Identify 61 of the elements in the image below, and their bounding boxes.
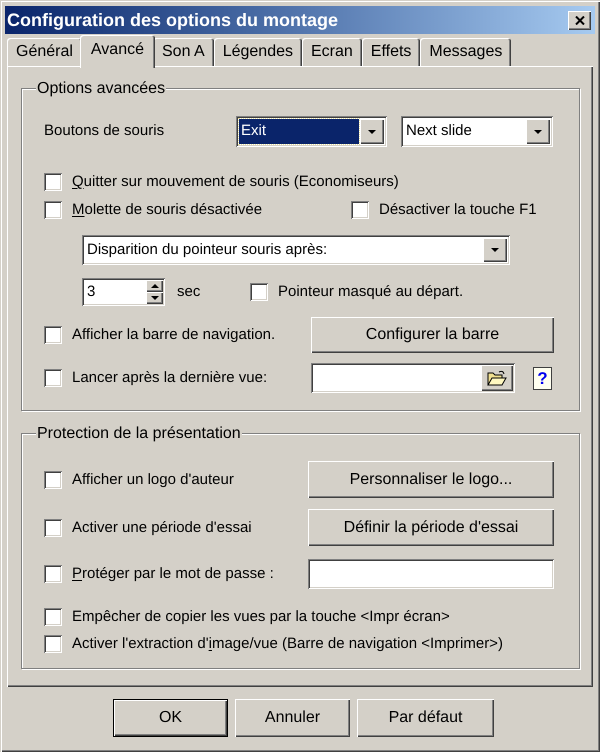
dropdown-button[interactable] bbox=[360, 119, 384, 144]
text-field[interactable] bbox=[311, 363, 515, 393]
field-label: Boutons de souris bbox=[44, 121, 166, 142]
password-field[interactable] bbox=[308, 559, 554, 589]
dropdown-button[interactable] bbox=[483, 238, 507, 262]
checkbox-label: Quitter sur mouvement de souris (Economiseurs) bbox=[72, 173, 399, 191]
caret-down-icon bbox=[534, 130, 542, 134]
checkbox[interactable] bbox=[44, 470, 62, 488]
checkbox-label: Afficher la barre de navigation. bbox=[72, 326, 276, 344]
button[interactable]: Personnaliser le logo... bbox=[308, 461, 554, 498]
caret-down-icon bbox=[368, 130, 376, 134]
checkbox[interactable] bbox=[44, 565, 62, 583]
checkbox[interactable] bbox=[44, 635, 62, 653]
button[interactable]: OK bbox=[113, 699, 228, 737]
group-title: Options avancées bbox=[36, 79, 166, 98]
button[interactable]: Définir la période d'essai bbox=[308, 509, 554, 546]
checkbox-label: Pointeur masqué au départ. bbox=[278, 283, 464, 301]
caret-up-icon bbox=[150, 284, 158, 288]
checkbox-label: Activer une période d'essai bbox=[72, 518, 252, 536]
checkbox[interactable] bbox=[351, 201, 369, 219]
checkbox[interactable] bbox=[44, 326, 62, 344]
dropdown[interactable]: Exit bbox=[236, 116, 387, 147]
number-field[interactable]: 3 bbox=[82, 278, 165, 306]
tab[interactable]: Effets bbox=[362, 38, 420, 66]
tab[interactable]: Son A bbox=[153, 38, 214, 66]
window-title: Configuration des options du montage bbox=[7, 11, 338, 29]
folder-icon bbox=[487, 370, 507, 386]
browse-button[interactable] bbox=[481, 365, 513, 391]
dropdown-button[interactable] bbox=[526, 119, 550, 144]
close-button[interactable] bbox=[568, 10, 591, 30]
checkbox[interactable] bbox=[250, 283, 268, 301]
checkbox-label: Afficher un logo d'auteur bbox=[72, 470, 234, 488]
spin-up-button[interactable] bbox=[146, 280, 163, 292]
checkbox-label: Activer l'extraction d'image/vue (Barre de navigation <Imprimer>) bbox=[72, 635, 503, 653]
group-title: Protection de la présentation bbox=[36, 424, 242, 443]
close-icon bbox=[574, 16, 584, 24]
unit-label: sec bbox=[177, 282, 200, 302]
tab[interactable]: Messages bbox=[420, 38, 512, 66]
checkbox-label: Désactiver la touche F1 bbox=[379, 201, 537, 219]
spin-down-button[interactable] bbox=[146, 292, 163, 304]
dropdown[interactable]: Disparition du pointeur souris après: bbox=[82, 235, 510, 265]
button[interactable]: Configurer la barre bbox=[311, 317, 554, 353]
checkbox-label: Molette de souris désactivée bbox=[72, 201, 262, 219]
caret-down-icon bbox=[150, 296, 158, 300]
checkbox[interactable] bbox=[44, 608, 62, 626]
checkbox[interactable] bbox=[44, 518, 62, 536]
button[interactable]: Annuler bbox=[235, 699, 350, 737]
help-button[interactable]: ? bbox=[533, 366, 552, 390]
checkbox[interactable] bbox=[44, 201, 62, 219]
checkbox[interactable] bbox=[44, 173, 62, 191]
checkbox-label: Lancer après la dernière vue: bbox=[72, 369, 268, 387]
tab[interactable]: Légendes bbox=[214, 38, 302, 66]
caret-down-icon bbox=[491, 248, 499, 252]
checkbox[interactable] bbox=[44, 369, 62, 387]
checkbox-label: Protéger par le mot de passe : bbox=[72, 565, 274, 583]
checkbox-label: Empêcher de copier les vues par la touche <Impr écran> bbox=[72, 608, 450, 626]
dropdown[interactable]: Next slide bbox=[401, 116, 553, 147]
tab[interactable]: Général bbox=[7, 38, 82, 66]
button[interactable]: Par défaut bbox=[357, 699, 494, 737]
tab[interactable]: Avancé bbox=[80, 35, 155, 68]
tab[interactable]: Ecran bbox=[302, 38, 362, 66]
